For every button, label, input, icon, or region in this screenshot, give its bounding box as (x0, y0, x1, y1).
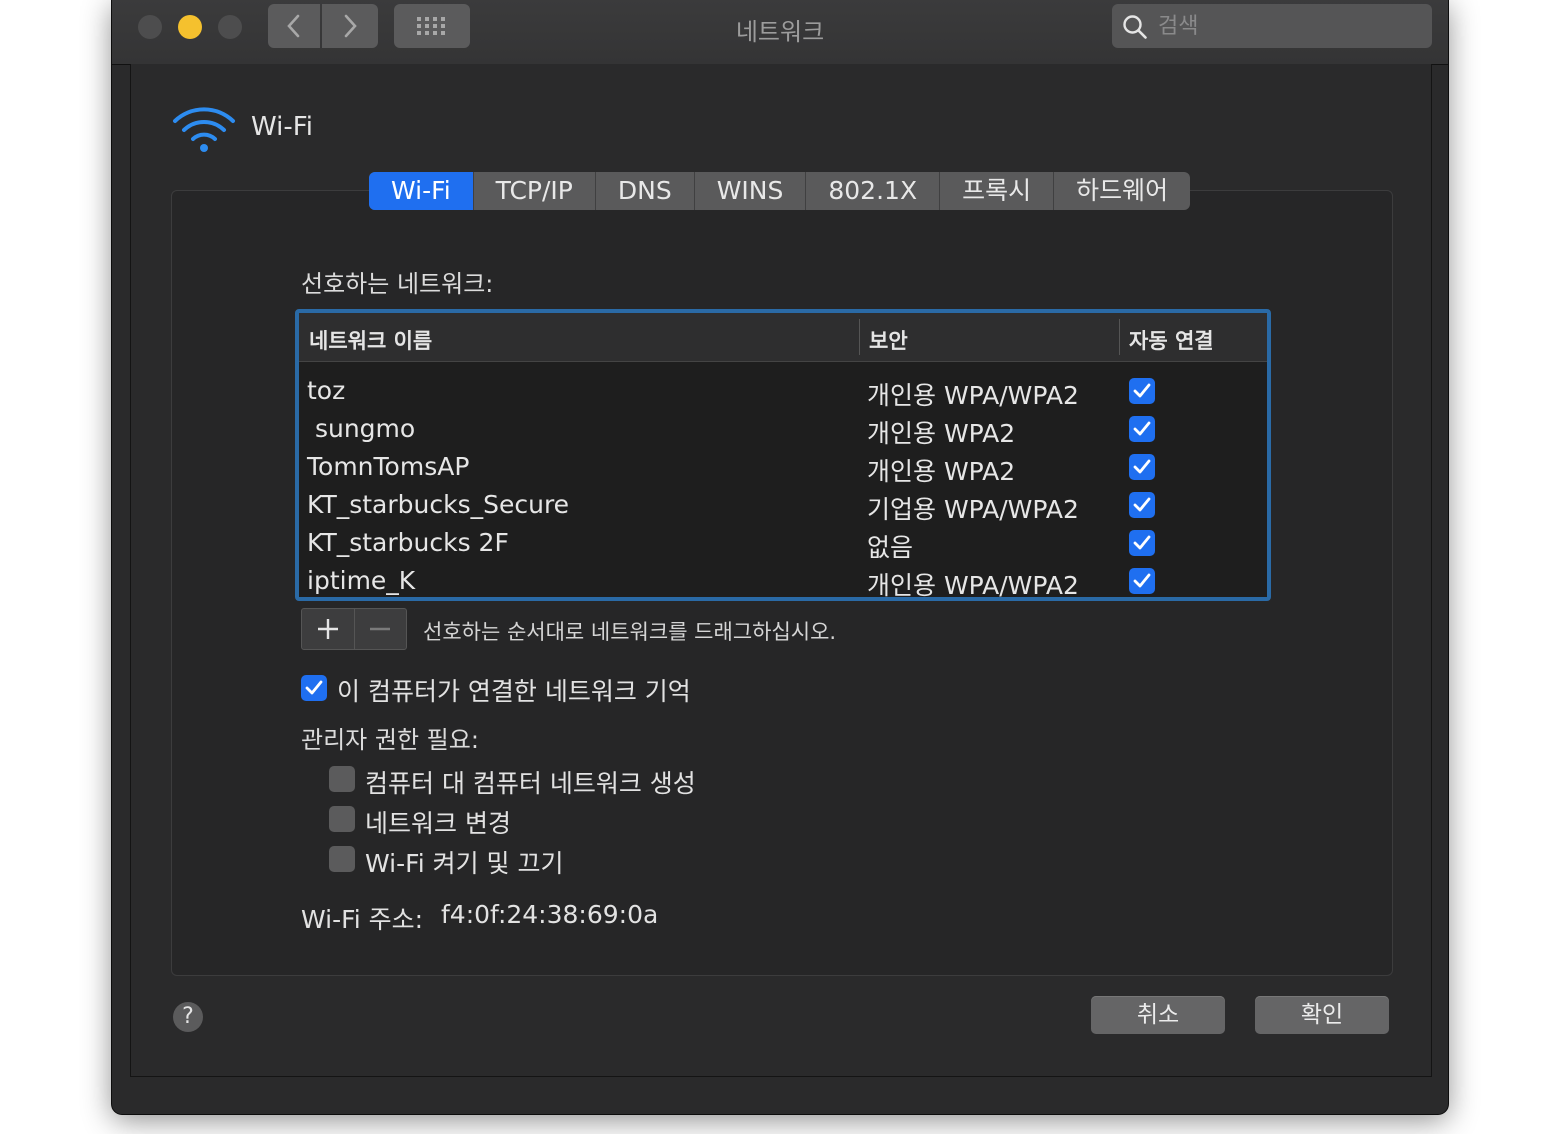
network-security: 없음 (867, 533, 914, 562)
network-name: KT_starbucks_Secure (307, 490, 570, 519)
network-name: TomnTomsAP (307, 452, 470, 481)
remove-network-button[interactable] (355, 609, 407, 649)
checkmark-icon (1133, 573, 1151, 588)
table-row[interactable]: TomnTomsAP 개인용 WPA2 (299, 448, 1267, 486)
drag-order-hint: 선호하는 순서대로 네트워크를 드래그하십시오. (423, 620, 837, 644)
minus-icon (370, 627, 391, 631)
wifi-address-label: Wi-Fi 주소: (301, 905, 424, 934)
network-security: 기업용 WPA/WPA2 (867, 495, 1079, 524)
auto-join-checkbox[interactable] (1129, 568, 1155, 594)
tab-8021x[interactable]: 802.1X (806, 172, 941, 210)
checkmark-icon (1133, 421, 1151, 436)
interface-name: Wi-Fi (251, 112, 314, 142)
column-divider (859, 319, 860, 355)
tab-bar: Wi-Fi TCP/IP DNS WINS 802.1X 프록시 하드웨어 (369, 172, 1191, 210)
add-remove-control (301, 608, 407, 650)
remember-networks-checkbox[interactable] (301, 675, 327, 701)
table-row[interactable]: KT_starbucks 2F 없음 (299, 524, 1267, 562)
preferred-networks-table[interactable]: 네트워크 이름 보안 자동 연결 toz 개인용 WPA/WPA2 sungmo… (295, 309, 1271, 601)
change-networks-label: 네트워크 변경 (365, 809, 511, 838)
table-row[interactable]: KT_starbucks_Secure 기업용 WPA/WPA2 (299, 486, 1267, 524)
auto-join-checkbox[interactable] (1129, 492, 1155, 518)
tab-wifi[interactable]: Wi-Fi (369, 172, 474, 210)
auto-join-checkbox[interactable] (1129, 378, 1155, 404)
table-row[interactable]: toz 개인용 WPA/WPA2 (299, 372, 1267, 410)
turn-wifi-on-off-label: Wi-Fi 켜기 및 끄기 (365, 849, 564, 878)
network-security: 개인용 WPA2 (867, 419, 1016, 448)
auto-join-checkbox[interactable] (1129, 454, 1155, 480)
ok-button[interactable]: 확인 (1255, 996, 1389, 1034)
checkmark-icon (1133, 383, 1151, 398)
table-body: toz 개인용 WPA/WPA2 sungmo 개인용 WPA2 TomnTom… (299, 362, 1267, 597)
wifi-icon (173, 107, 235, 152)
add-network-button[interactable] (302, 609, 355, 649)
network-security: 개인용 WPA/WPA2 (867, 571, 1079, 597)
tab-dns[interactable]: DNS (596, 172, 695, 210)
wifi-address-value: f4:0f:24:38:69:0a (441, 900, 659, 929)
network-name: iptime_K (307, 566, 416, 595)
help-button[interactable]: ? (173, 1002, 203, 1032)
network-security: 개인용 WPA/WPA2 (867, 381, 1079, 410)
turn-wifi-on-off-checkbox[interactable] (329, 846, 355, 872)
checkmark-icon (1133, 497, 1151, 512)
create-computer-to-computer-checkbox[interactable] (329, 766, 355, 792)
checkmark-icon (1133, 535, 1151, 550)
create-computer-to-computer-label: 컴퓨터 대 컴퓨터 네트워크 생성 (365, 769, 696, 798)
search-input[interactable] (1156, 10, 1420, 42)
column-header-security[interactable]: 보안 (869, 325, 908, 355)
plus-icon (317, 619, 338, 639)
tab-hardware[interactable]: 하드웨어 (1054, 172, 1190, 210)
checkmark-icon (1133, 459, 1151, 474)
network-name: KT_starbucks 2F (307, 528, 509, 557)
admin-required-label: 관리자 권한 필요: (301, 726, 479, 754)
preferred-networks-label: 선호하는 네트워크: (301, 270, 494, 298)
title-bar: 네트워크 (112, 0, 1448, 65)
tab-wins[interactable]: WINS (695, 172, 807, 210)
auto-join-checkbox[interactable] (1129, 530, 1155, 556)
tab-proxy[interactable]: 프록시 (940, 172, 1055, 210)
search-icon (1123, 15, 1147, 39)
change-networks-checkbox[interactable] (329, 806, 355, 832)
auto-join-checkbox[interactable] (1129, 416, 1155, 442)
network-preferences-window: 네트워크 Wi-Fi Wi-Fi TCP/IP DNS WINS 802.1X (112, 0, 1448, 1114)
network-name: toz (307, 376, 346, 405)
table-row[interactable]: sungmo 개인용 WPA2 (299, 410, 1267, 448)
column-header-name[interactable]: 네트워크 이름 (309, 325, 432, 355)
column-divider (1119, 319, 1120, 355)
network-name: sungmo (307, 414, 416, 443)
tab-tcpip[interactable]: TCP/IP (474, 172, 596, 210)
remember-networks-label: 이 컴퓨터가 연결한 네트워크 기억 (337, 677, 691, 706)
network-security: 개인용 WPA2 (867, 457, 1016, 486)
column-header-auto-join[interactable]: 자동 연결 (1129, 325, 1214, 355)
network-content: Wi-Fi Wi-Fi TCP/IP DNS WINS 802.1X 프록시 하… (130, 64, 1432, 1077)
cancel-button[interactable]: 취소 (1091, 996, 1225, 1034)
table-header: 네트워크 이름 보안 자동 연결 (299, 313, 1267, 362)
search-field[interactable] (1112, 4, 1432, 48)
table-row[interactable]: iptime_K 개인용 WPA/WPA2 (299, 562, 1267, 597)
checkmark-icon (305, 680, 323, 695)
